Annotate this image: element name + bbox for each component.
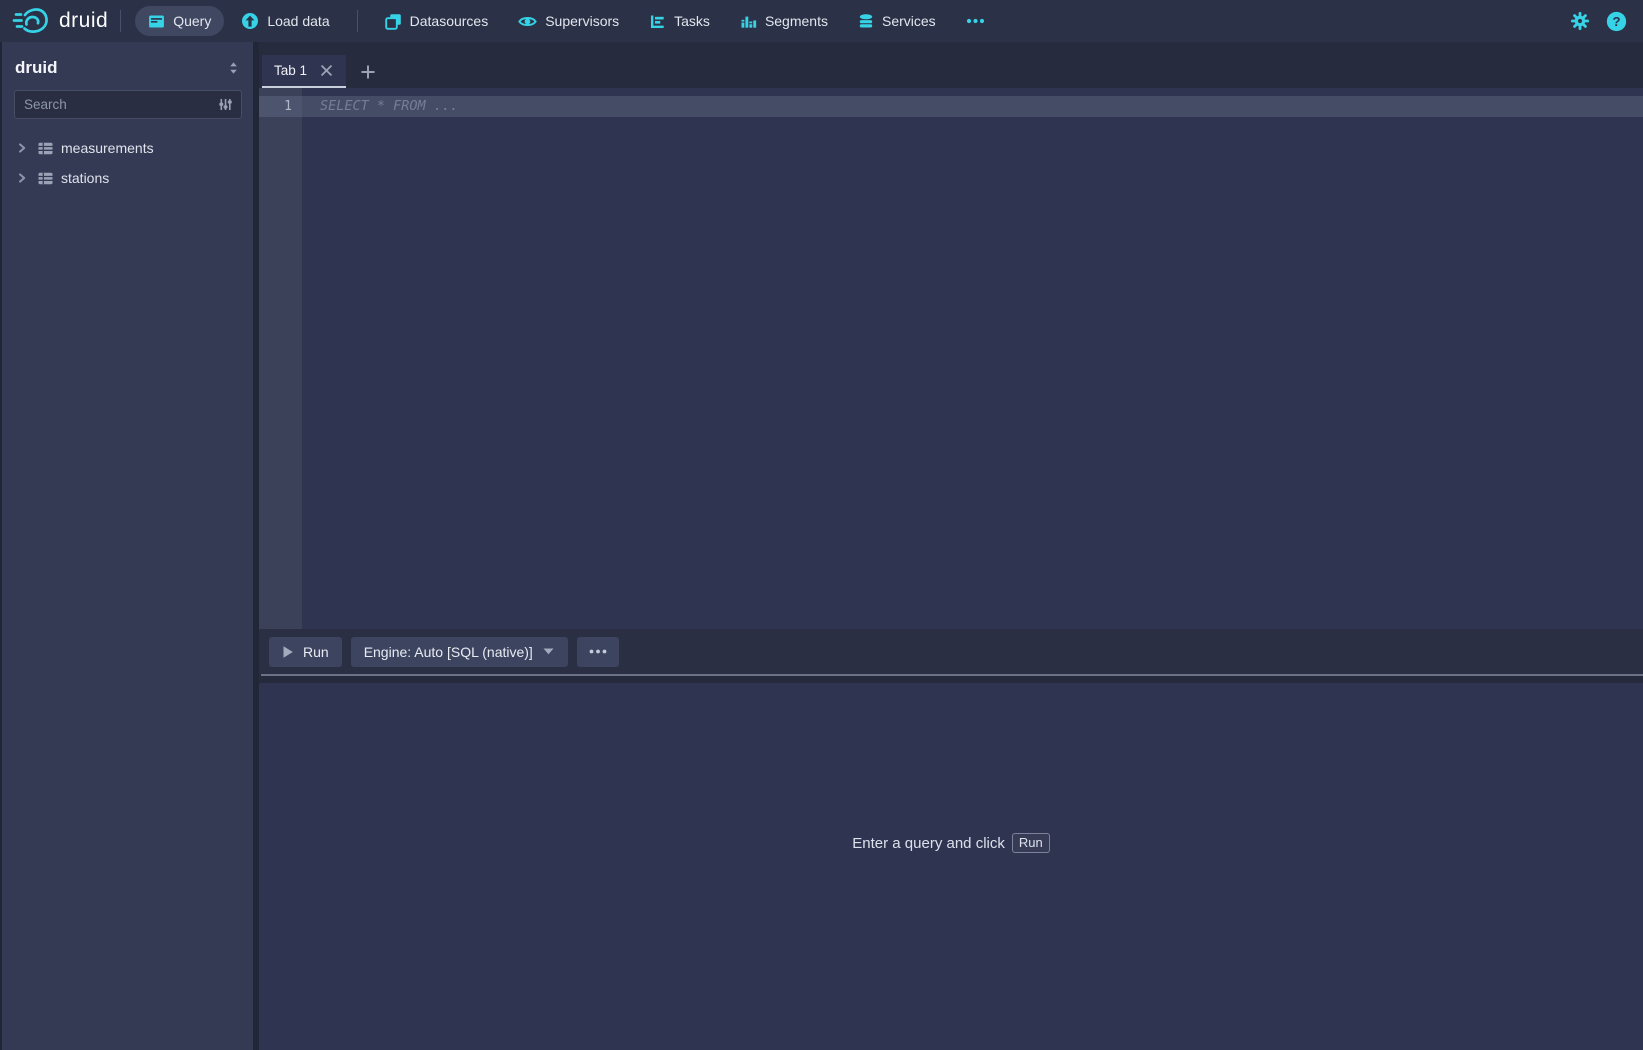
schema-title: druid — [15, 58, 58, 78]
query-more-button[interactable] — [577, 637, 619, 667]
sidebar-search — [14, 90, 242, 119]
brand-text: druid — [59, 9, 108, 33]
more-dots-icon — [589, 649, 607, 654]
layered-squares-icon — [385, 13, 402, 30]
nav-label: Segments — [765, 13, 828, 29]
editor-active-gutter: 1 — [259, 96, 302, 117]
nav-label: Query — [173, 13, 211, 29]
nav-label: Supervisors — [545, 13, 619, 29]
query-workbench: Tab 1 1 — [259, 42, 1643, 1050]
editor-gutter — [259, 88, 302, 629]
panel-resize-handle[interactable] — [259, 674, 1643, 683]
chevron-right-icon[interactable] — [14, 140, 30, 156]
tab-tab1[interactable]: Tab 1 — [262, 55, 346, 88]
more-dots-icon — [966, 18, 985, 24]
empty-message-text: Enter a query and click — [852, 835, 1005, 852]
nav-label: Tasks — [674, 13, 710, 29]
navbar-divider — [120, 10, 121, 32]
nav-item-services[interactable]: Services — [845, 6, 949, 36]
close-icon — [321, 65, 332, 76]
schema-selector[interactable]: druid — [2, 42, 253, 88]
query-tab-bar: Tab 1 — [259, 42, 1643, 88]
tab-close-button[interactable] — [319, 63, 334, 78]
double-caret-vertical-icon[interactable] — [226, 60, 241, 76]
play-icon — [282, 645, 294, 659]
gantt-icon — [649, 13, 666, 30]
schema-sidebar: druid — [0, 42, 253, 1050]
engine-select-button[interactable]: Engine: Auto [SQL (native)] — [351, 637, 568, 667]
tab-label: Tab 1 — [274, 63, 307, 78]
nav-item-tasks[interactable]: Tasks — [636, 6, 723, 36]
chevron-right-icon[interactable] — [14, 170, 30, 186]
top-navbar: druid Query Load data — [0, 0, 1643, 42]
nav-item-supervisors[interactable]: Supervisors — [505, 6, 632, 36]
add-tab-button[interactable] — [350, 55, 386, 88]
settings-button[interactable] — [1570, 11, 1590, 31]
run-toolbar: Run Engine: Auto [SQL (native)] — [259, 629, 1643, 674]
nav-label: Load data — [267, 13, 329, 29]
table-name: measurements — [61, 140, 154, 156]
workspace: druid — [0, 42, 1643, 1050]
eye-icon — [518, 14, 537, 29]
brand-home-link[interactable]: druid — [12, 5, 108, 37]
caret-down-icon — [542, 647, 555, 656]
nav-item-more[interactable] — [953, 6, 998, 36]
search-input[interactable] — [24, 97, 217, 112]
nav-item-segments[interactable]: Segments — [727, 6, 841, 36]
query-editor[interactable]: 1 SELECT * FROM ... — [259, 88, 1643, 629]
plus-icon — [360, 64, 376, 80]
editor-active-line — [259, 96, 1643, 117]
nav-item-datasources[interactable]: Datasources — [372, 6, 502, 36]
navbar-divider — [357, 10, 358, 32]
nav-label: Services — [882, 13, 936, 29]
run-button[interactable]: Run — [269, 637, 342, 667]
table-tree: measurements stations — [2, 129, 253, 193]
run-kbd-hint: Run — [1012, 833, 1050, 853]
table-icon — [37, 140, 54, 157]
engine-label: Engine: Auto [SQL (native)] — [364, 644, 533, 660]
line-number: 1 — [284, 99, 292, 114]
gear-icon — [1570, 11, 1590, 31]
results-empty-message: Enter a query and click Run — [852, 833, 1049, 853]
run-button-label: Run — [303, 644, 329, 660]
console-icon — [148, 13, 165, 30]
help-button[interactable]: ? — [1606, 11, 1627, 32]
nav-item-query[interactable]: Query — [135, 6, 224, 36]
table-name: stations — [61, 170, 109, 186]
navbar-items: Query Load data Datasources — [133, 0, 999, 42]
results-panel: Enter a query and click Run — [259, 683, 1643, 1050]
table-icon — [37, 170, 54, 187]
database-icon — [858, 13, 874, 30]
navbar-right: ? — [1570, 11, 1635, 32]
tree-row-stations[interactable]: stations — [2, 163, 253, 193]
filter-sliders-icon[interactable] — [217, 96, 234, 113]
stacked-bars-icon — [740, 13, 757, 30]
help-icon: ? — [1606, 11, 1627, 32]
svg-text:?: ? — [1612, 14, 1620, 29]
tree-row-measurements[interactable]: measurements — [2, 133, 253, 163]
druid-console: druid Query Load data — [0, 0, 1643, 1050]
nav-label: Datasources — [410, 13, 489, 29]
druid-logo-icon — [12, 5, 52, 37]
upload-circle-icon — [241, 12, 259, 30]
editor-placeholder: SELECT * FROM ... — [320, 98, 458, 114]
nav-item-load-data[interactable]: Load data — [228, 6, 342, 36]
